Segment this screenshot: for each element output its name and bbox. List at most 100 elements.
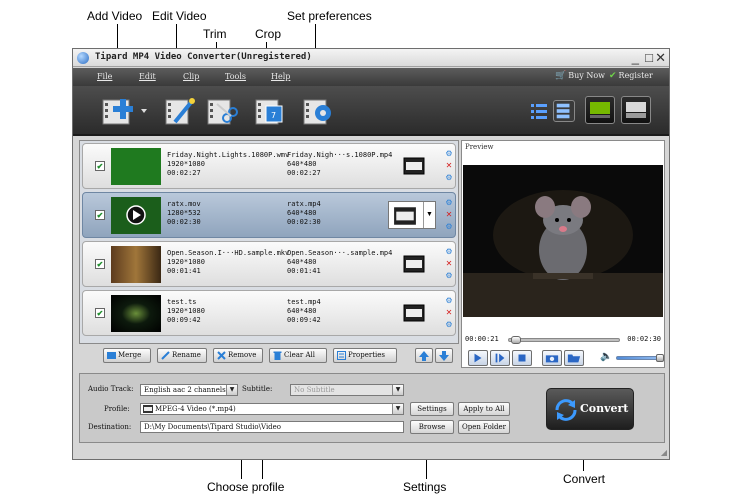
file-checkbox[interactable]: ✔ [95,259,105,269]
minimize-button[interactable]: _ [632,50,639,66]
volume-handle[interactable] [656,354,664,362]
file-row[interactable]: ✔ test.ts 1920*1080 00:09:42 test.mp4 64… [82,290,456,336]
browse-button[interactable]: Browse [410,420,454,434]
merge-button[interactable]: Merge [103,348,151,363]
move-up-button[interactable] [415,348,433,363]
profile-value: MPEG-4 Video (*.mp4) [155,405,236,413]
settings-gear-icon[interactable]: ⚙ [443,172,455,184]
register-link[interactable]: ✔ Register [609,71,653,81]
arrow-down-icon [439,351,449,361]
trim-button[interactable] [205,94,239,128]
destination-input[interactable]: D:\My Documents\Tipard Studio\Video [140,421,404,433]
preview-screen[interactable] [463,165,663,317]
properties-icon [337,351,346,360]
callout-choose-profile: Choose profile [207,480,285,494]
subtitle-select[interactable]: No Subtitle ▼ [290,384,404,396]
seek-handle[interactable] [511,336,521,344]
merge-label: Merge [118,351,142,359]
settings-gear-icon[interactable]: ⚙ [443,221,455,233]
file-list: ✔ Friday.Night.Lights.1080P.wmv 1920*108… [79,140,459,344]
output-duration: 00:01:41 [287,267,321,275]
properties-label: Properties [348,351,386,359]
crop-button[interactable]: 7 [253,94,287,128]
next-frame-button[interactable] [490,350,510,366]
list-view-button[interactable] [528,100,550,122]
edit-gear-icon[interactable]: ⚙ [443,295,455,307]
detail-view-button[interactable] [553,100,575,122]
callout-set-preferences: Set preferences [287,9,372,23]
menu-help[interactable]: Help [271,72,290,81]
file-row[interactable]: ✔ Friday.Night.Lights.1080P.wmv 1920*108… [82,143,456,189]
callout-trim: Trim [203,27,227,41]
maximize-button[interactable]: □ [645,50,653,66]
stop-button[interactable] [512,350,532,366]
row-actions: ⚙ ✕ ⚙ [443,246,455,282]
buy-now-link[interactable]: 🛒 Buy Now [555,71,605,81]
edit-gear-icon[interactable]: ⚙ [443,246,455,258]
open-snapshot-folder-button[interactable] [564,350,584,366]
menu-file[interactable]: File [97,72,112,81]
file-checkbox[interactable]: ✔ [95,161,105,171]
rename-button[interactable]: Rename [157,348,207,363]
seek-slider[interactable] [508,336,620,344]
settings-panel: Audio Track: English aac 2 channels (0 ▼… [79,373,665,443]
format-icon [394,207,416,225]
source-duration: 00:02:27 [167,169,201,177]
menu-tools[interactable]: Tools [225,72,246,81]
file-row[interactable]: ✔ Open.Season.I···HD.sample.mkv 1920*108… [82,241,456,287]
resize-grip-icon[interactable]: ◢ [661,448,667,457]
arrow-up-icon [419,351,429,361]
file-checkbox[interactable]: ✔ [95,308,105,318]
remove-icon[interactable]: ✕ [443,209,455,221]
volume-slider[interactable] [616,354,664,362]
gear-icon [303,99,331,125]
format-icon[interactable] [403,255,425,273]
source-duration: 00:01:41 [167,267,201,275]
properties-button[interactable]: Properties [333,348,397,363]
edit-gear-icon[interactable]: ⚙ [443,197,455,209]
remove-icon[interactable]: ✕ [443,160,455,172]
audio-track-select[interactable]: English aac 2 channels (0 ▼ [140,384,238,396]
settings-gear-icon[interactable]: ⚙ [443,270,455,282]
edit-video-button[interactable] [163,94,197,128]
convert-button[interactable]: Convert [546,388,634,430]
remove-icon[interactable]: ✕ [443,307,455,319]
format-dropdown[interactable]: ▼ [388,201,436,229]
settings-gear-icon[interactable]: ⚙ [443,319,455,331]
menu-edit[interactable]: Edit [139,72,156,81]
rename-icon [161,351,170,360]
chevron-down-icon: ▼ [423,202,435,228]
source-resolution: 1280*532 [167,209,201,217]
add-video-button[interactable] [101,94,149,128]
file-checkbox[interactable]: ✔ [95,210,105,220]
move-down-button[interactable] [435,348,453,363]
output-name: Friday.Nigh···s.1080P.mp4 [287,151,393,159]
svg-text:7: 7 [271,111,276,120]
format-icon[interactable] [403,157,425,175]
source-info: ratx.mov 1280*532 00:02:30 [167,200,201,227]
volume-icon[interactable]: 🔈 [600,351,612,362]
menu-clip[interactable]: Clip [183,72,199,81]
remove-button[interactable]: Remove [213,348,263,363]
video-thumbnail [111,148,161,185]
preferences-button[interactable] [301,94,335,128]
settings-button[interactable]: Settings [410,402,454,416]
current-time: 00:00:21 [465,335,499,343]
open-folder-button[interactable]: Open Folder [458,420,510,434]
profile-select[interactable]: MPEG-4 Video (*.mp4) ▼ [140,403,404,415]
remove-icon[interactable]: ✕ [443,258,455,270]
apply-to-all-button[interactable]: Apply to All [458,402,510,416]
row-actions: ⚙ ✕ ⚙ [443,197,455,233]
list-view-icon [531,104,547,119]
close-button[interactable]: ✕ [655,50,666,66]
preview-label: Preview [465,143,494,151]
clear-all-button[interactable]: Clear All [269,348,327,363]
snapshot-button[interactable] [542,350,562,366]
format-icon[interactable] [403,304,425,322]
output-duration: 00:02:30 [287,218,321,226]
edit-video-icon [165,98,195,125]
play-button[interactable] [468,350,488,366]
edit-gear-icon[interactable]: ⚙ [443,148,455,160]
rename-label: Rename [172,351,201,359]
file-row[interactable]: ✔ ratx.mov 1280*532 00:02:30 ratx.mp4 64… [82,192,456,238]
